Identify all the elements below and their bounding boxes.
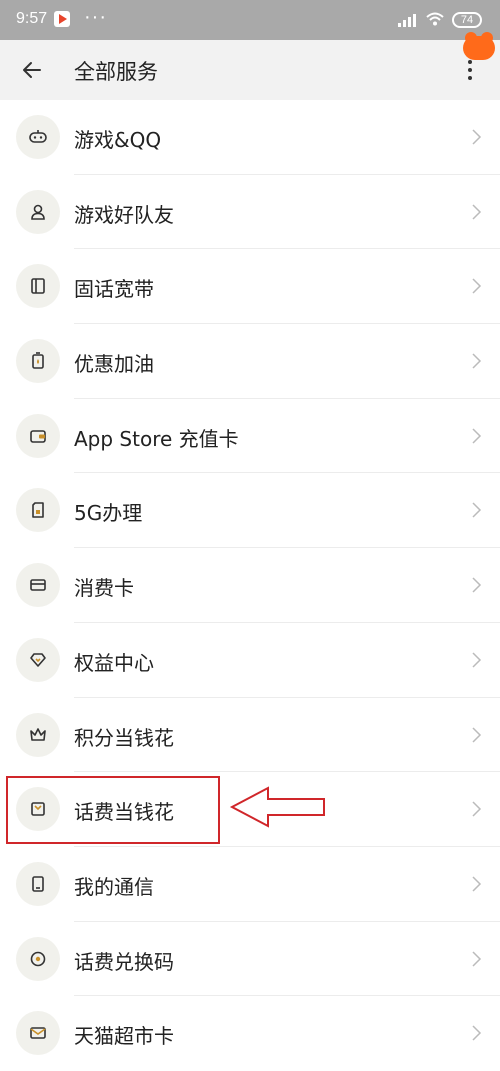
service-item-tmall-card[interactable]: 天猫超市卡	[0, 996, 500, 1071]
service-item-consumer-card[interactable]: 消费卡	[0, 548, 500, 623]
notification-badge	[463, 32, 495, 60]
service-item-5g[interactable]: 5G办理	[0, 473, 500, 549]
service-item-landline-broadband[interactable]: 固话宽带	[0, 249, 500, 325]
service-item-app-store-card[interactable]: App Store 充值卡	[0, 399, 500, 474]
service-label: 积分当钱花	[74, 725, 174, 750]
wallet-icon	[16, 413, 60, 458]
mail-icon	[16, 1011, 60, 1056]
service-label: 游戏&QQ	[74, 128, 162, 152]
fuel-icon	[16, 339, 60, 384]
highlight-annotation-box	[6, 776, 220, 844]
service-item-benefits-center[interactable]: 权益中心	[0, 623, 500, 698]
battery-indicator: 74	[452, 12, 482, 28]
card-icon	[16, 563, 60, 608]
book-icon	[16, 264, 60, 309]
service-item-my-communication[interactable]: 我的通信	[0, 847, 500, 922]
app-header: 全部服务	[0, 32, 500, 100]
service-label: App Store 充值卡	[74, 426, 239, 451]
diamond-icon	[16, 637, 60, 682]
gamepad-icon	[16, 115, 60, 159]
wifi-icon	[426, 12, 444, 30]
chevron-right-icon	[472, 353, 482, 369]
arrow-left-icon[interactable]	[20, 52, 50, 88]
chevron-right-icon	[472, 876, 482, 892]
phone-icon	[16, 861, 60, 906]
service-item-fuel-discount[interactable]: 优惠加油	[0, 324, 500, 399]
more-vertical-icon[interactable]	[460, 60, 480, 84]
service-label: 消费卡	[74, 576, 134, 601]
service-label: 话费兑换码	[74, 949, 174, 974]
chevron-right-icon	[472, 1025, 482, 1041]
service-item-redeem-code[interactable]: 话费兑换码	[0, 922, 500, 997]
service-item-game-qq[interactable]: 游戏&QQ	[0, 100, 500, 175]
signal-icon	[398, 14, 418, 27]
service-list: 游戏&QQ 游戏好队友 固话宽带 优惠加油 App Store 充值卡 5G办理…	[0, 100, 500, 1071]
status-time: 9:57	[16, 10, 48, 27]
service-label: 权益中心	[74, 650, 154, 675]
chevron-right-icon	[472, 652, 482, 668]
chevron-right-icon	[472, 428, 482, 444]
service-label: 优惠加油	[74, 352, 154, 377]
service-item-game-teammate[interactable]: 游戏好队友	[0, 175, 500, 250]
service-label: 我的通信	[74, 874, 154, 899]
play-store-icon	[54, 11, 70, 27]
crown-icon	[16, 712, 60, 757]
person-icon	[16, 189, 60, 234]
status-bar: 9:57 ··· 74	[0, 0, 500, 40]
target-icon	[16, 936, 60, 981]
chevron-right-icon	[472, 801, 482, 817]
chevron-right-icon	[472, 577, 482, 593]
service-label: 固话宽带	[74, 277, 154, 302]
service-label: 5G办理	[74, 501, 143, 526]
chevron-right-icon	[472, 204, 482, 220]
chevron-right-icon	[472, 278, 482, 294]
chevron-right-icon	[472, 502, 482, 518]
chevron-right-icon	[472, 726, 482, 743]
arrow-left-annotation-icon	[229, 786, 325, 828]
service-label: 天猫超市卡	[74, 1024, 174, 1049]
status-more-dots: ···	[84, 6, 107, 28]
page-title: 全部服务	[74, 60, 158, 84]
service-label: 游戏好队友	[74, 202, 174, 227]
chevron-right-icon	[472, 129, 482, 145]
chevron-right-icon	[472, 951, 482, 967]
service-item-points-spend[interactable]: 积分当钱花	[0, 698, 500, 773]
sim-card-icon	[16, 488, 60, 533]
